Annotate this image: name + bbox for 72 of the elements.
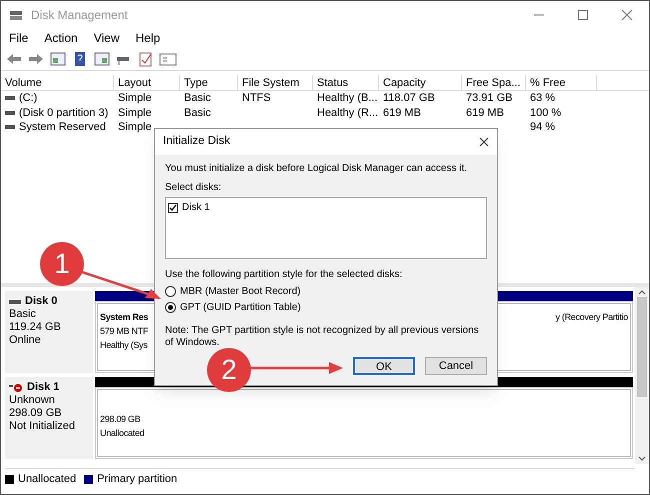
- dialog-message: You must initialize a disk before Logical Disk Manager can access it.: [165, 162, 468, 176]
- table-cell: 619 MB: [466, 106, 504, 120]
- disk-error-icon: [9, 382, 23, 392]
- partition-title: System Res: [100, 311, 148, 324]
- table-cell: Simple: [118, 120, 152, 134]
- disk-info: Online: [9, 334, 42, 347]
- disk-info: Not Initialized: [9, 420, 76, 433]
- column-header[interactable]: Layout: [114, 75, 180, 90]
- cancel-button[interactable]: Cancel: [425, 357, 487, 375]
- scrollbar[interactable]: [635, 287, 649, 464]
- table-cell: Simple: [118, 91, 152, 106]
- properties-icon[interactable]: [159, 50, 177, 66]
- window-title: Disk Management: [31, 7, 128, 24]
- menu-item[interactable]: Help: [136, 29, 160, 47]
- table-cell: 100 %: [530, 106, 562, 120]
- maximize-icon[interactable]: [577, 9, 589, 21]
- column-header[interactable]: Capacity: [379, 75, 462, 90]
- partition-text: 579 MB NTF: [100, 325, 148, 338]
- table-cell: 73.91 GB: [466, 91, 512, 106]
- partition-text: Healthy (Sys: [100, 339, 148, 352]
- close-icon[interactable]: [479, 137, 489, 147]
- app-icon: [9, 9, 23, 21]
- radio-label[interactable]: MBR (Master Boot Record): [180, 284, 301, 299]
- disk-info: 119.24 GB: [9, 321, 62, 334]
- ok-button[interactable]: OK: [353, 357, 415, 375]
- table-cell: NTFS: [242, 91, 271, 106]
- table-cell: System Reserved: [19, 120, 106, 134]
- partition-text: y (Recovery Partitio: [555, 311, 628, 324]
- panel-icon[interactable]: [93, 50, 111, 66]
- table-cell: Simple: [118, 106, 152, 120]
- menu-item[interactable]: View: [94, 29, 120, 47]
- table-cell: 94 %: [530, 120, 556, 134]
- disk-info: Basic: [9, 308, 37, 321]
- partition-text: 298.09 GB: [100, 413, 140, 426]
- disk-name: Disk 0: [25, 295, 58, 308]
- radio-button[interactable]: [165, 302, 176, 313]
- column-header[interactable]: Type: [180, 75, 238, 90]
- checkbox[interactable]: [168, 202, 178, 212]
- table-cell: (Disk 0 partition 3): [19, 106, 108, 120]
- radio-button[interactable]: [165, 286, 176, 297]
- legend-label: Primary partition: [97, 472, 178, 488]
- table-cell: (C:): [19, 91, 38, 106]
- dialog-title: Initialize Disk: [163, 134, 232, 150]
- select-disks-label: Select disks:: [165, 181, 222, 195]
- partition-style-label: Use the following partition style for the selected disks:: [165, 268, 404, 282]
- disk-info: Unknown: [9, 394, 56, 407]
- disk-list[interactable]: Disk 1: [165, 197, 487, 259]
- disk-list-item[interactable]: Disk 1: [182, 200, 210, 215]
- column-header[interactable]: Status: [313, 75, 379, 90]
- table-cell: Basic: [184, 91, 211, 106]
- disk-name: Disk 1: [27, 381, 60, 394]
- column-header[interactable]: File System: [238, 75, 313, 90]
- column-header[interactable]: Volume: [1, 75, 114, 90]
- table-cell: 63 %: [530, 91, 556, 106]
- partition-box[interactable]: 298.09 GB Unallocated: [97, 389, 631, 457]
- scroll-thumb[interactable]: [637, 297, 647, 397]
- table-cell: Healthy (R...: [317, 106, 378, 120]
- step-marker: 1: [40, 242, 84, 286]
- column-header[interactable]: Free Spa...: [462, 75, 526, 90]
- table-cell: 118.07 GB: [383, 91, 435, 106]
- table-cell: Basic: [184, 106, 211, 120]
- menu-item[interactable]: File: [9, 29, 28, 47]
- disk-label-panel[interactable]: Disk 0 Basic 119.24 GB Online: [5, 291, 93, 373]
- column-header[interactable]: % Free: [526, 75, 597, 90]
- panel-icon[interactable]: [49, 50, 67, 66]
- menu-item[interactable]: Action: [44, 29, 78, 47]
- disk-info: 298.09 GB: [9, 407, 63, 420]
- disk-label-panel[interactable]: Disk 1 Unknown 298.09 GB Not Initialized: [5, 377, 93, 459]
- table-cell: 619 MB: [383, 106, 421, 120]
- table-cell: Healthy (B...: [317, 91, 378, 106]
- legend-label: Unallocated: [18, 472, 76, 488]
- partition-text: Unallocated: [100, 427, 144, 440]
